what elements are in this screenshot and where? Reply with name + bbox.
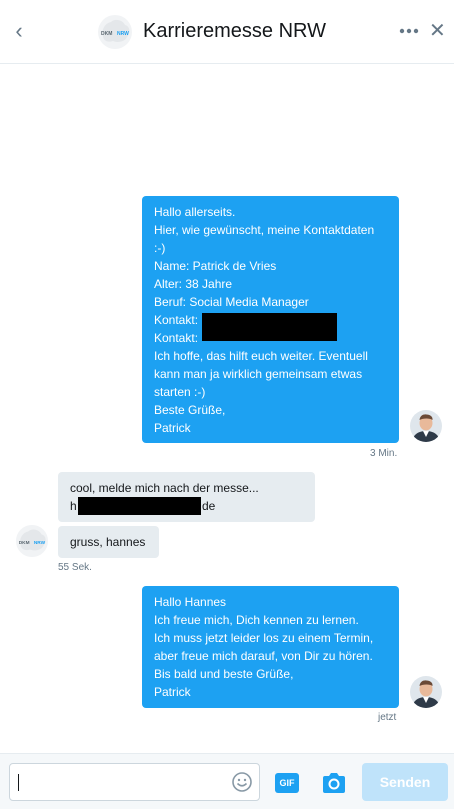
message-bubble-incoming: gruss, hannes (58, 526, 159, 558)
message-text-fragment: h (70, 499, 77, 513)
smiley-icon[interactable] (231, 771, 253, 793)
message-line: gruss, hannes (70, 535, 146, 549)
message-composer: GIF Senden (0, 753, 454, 809)
logo-text-right: NRW (117, 31, 129, 37)
message-timestamp: jetzt (378, 712, 397, 723)
message-timestamp: 3 Min. (370, 448, 398, 459)
message-line: Bis bald und beste Grüße, (154, 667, 294, 681)
message-line: Hallo Hannes (154, 595, 227, 609)
group-avatar-logo[interactable]: DKM NRW (97, 14, 133, 50)
message-line: :-) (154, 241, 166, 255)
message-timestamp: 55 Sek. (58, 562, 92, 573)
message-line: Ich hoffe, das hilft euch weiter. Eventu… (154, 349, 368, 363)
chevron-left-icon[interactable]: ‹ (10, 20, 28, 42)
message-line: Beruf: Social Media Manager (154, 295, 309, 309)
message-line: starten :-) (154, 385, 206, 399)
gif-button[interactable]: GIF (275, 773, 299, 793)
redaction-box (202, 313, 337, 341)
message-line: Ich muss jetzt leider los zu einem Termi… (154, 631, 374, 645)
logo-text-left: DKM (19, 540, 30, 546)
message-line: Ich freue mich, Dich kennen zu lernen. (154, 613, 359, 627)
user-avatar[interactable] (410, 676, 442, 708)
send-button[interactable]: Senden (362, 763, 448, 801)
message-line: Patrick (154, 421, 191, 435)
conversation-title: Karrieremesse NRW (143, 20, 326, 42)
user-avatar[interactable] (410, 410, 442, 442)
message-text-fragment: de (202, 499, 216, 513)
message-line: Patrick (154, 685, 191, 699)
message-bubble-incoming: cool, melde mich nach der messe... h de (58, 472, 315, 522)
conversation-header: ‹ DKM NRW Karrieremesse NRW ✕ (0, 0, 454, 64)
message-line: h de (70, 497, 303, 515)
text-caret (18, 774, 19, 791)
message-line: Beste Grüße, (154, 403, 226, 417)
message-input[interactable] (9, 763, 260, 801)
message-line: Hier, wie gewünscht, meine Kontaktdaten (154, 223, 375, 237)
sender-avatar-logo[interactable]: DKM NRW (15, 524, 49, 558)
redaction-box (78, 497, 201, 515)
message-bubble-outgoing: Hallo allerseits. Hier, wie gewünscht, m… (142, 196, 399, 443)
logo-text-right: NRW (34, 540, 46, 546)
logo-text-left: DKM (101, 31, 112, 37)
message-bubble-outgoing: Hallo Hannes Ich freue mich, Dich kennen… (142, 586, 399, 708)
camera-icon[interactable] (321, 771, 347, 795)
message-line: cool, melde mich nach der messe... (70, 481, 259, 495)
message-line: aber freue mich darauf, von Dir zu hören… (154, 649, 373, 663)
message-line: Alter: 38 Jahre (154, 277, 233, 291)
more-dots-icon[interactable] (399, 21, 419, 41)
message-line: Name: Patrick de Vries (154, 259, 277, 273)
message-line: Hallo allerseits. (154, 205, 236, 219)
message-line: kann man ja wirklich gemeinsam etwas (154, 367, 363, 381)
close-icon[interactable]: ✕ (429, 21, 446, 41)
